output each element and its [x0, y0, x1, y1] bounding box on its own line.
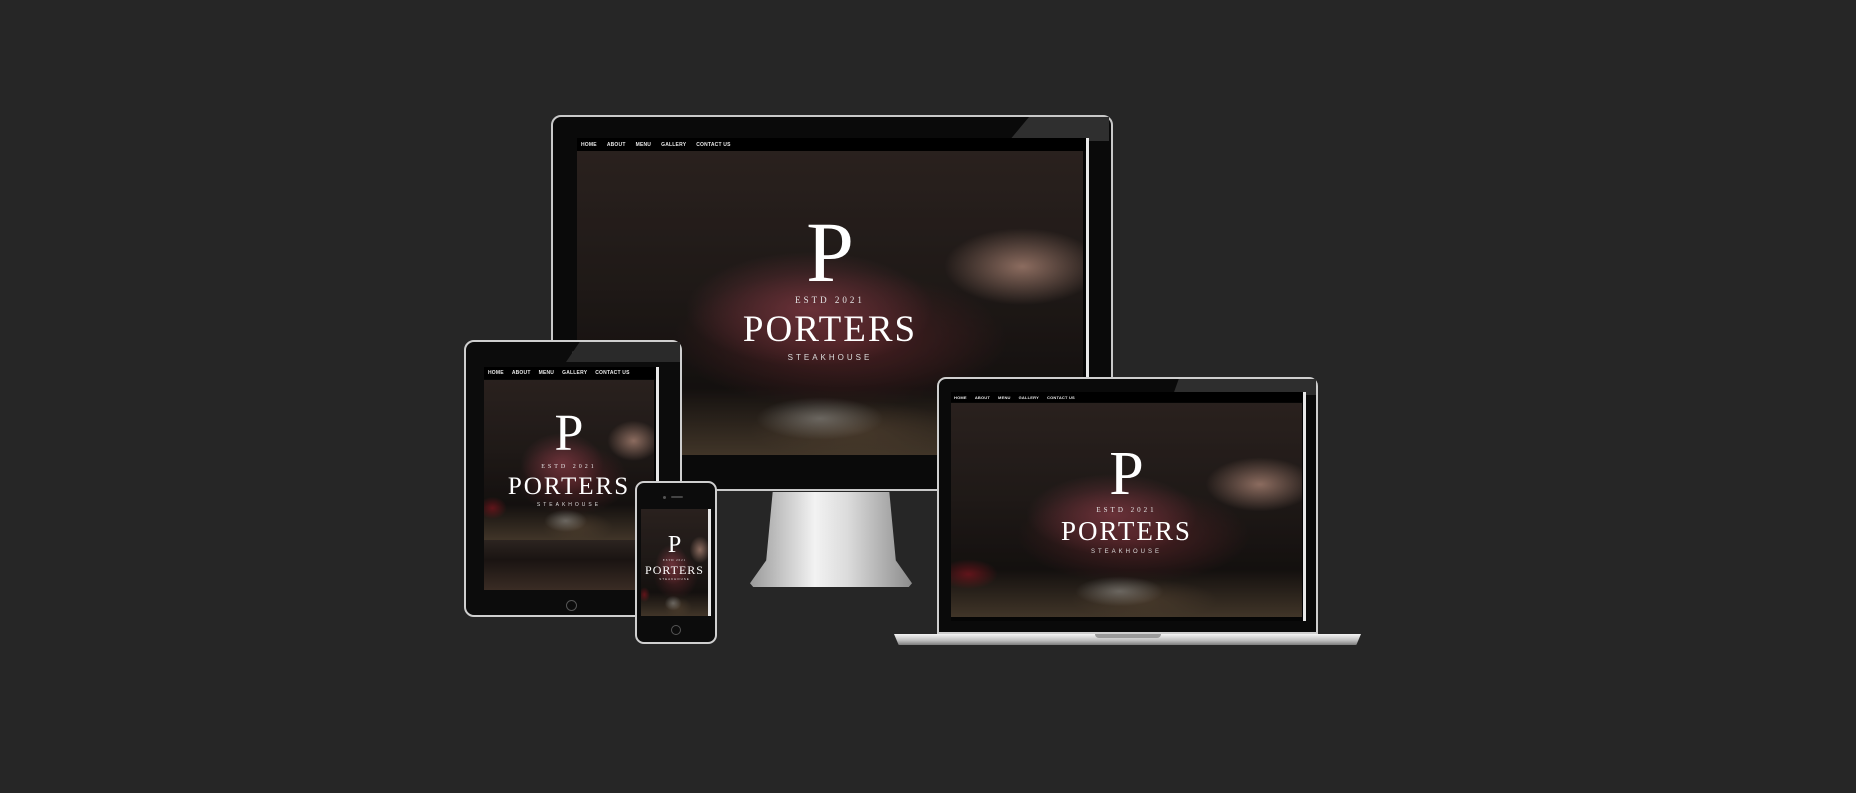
nav-home[interactable]: HOME	[581, 142, 597, 148]
laptop-device: HOME ABOUT MENU GALLERY CONTACT US P EST…	[937, 377, 1318, 634]
brand-established: ESTD 2021	[541, 464, 597, 470]
nav-gallery[interactable]: GALLERY	[1019, 395, 1039, 400]
nav-contact[interactable]: CONTACT US	[696, 142, 730, 148]
laptop-trackpad-notch	[1095, 634, 1161, 638]
monitor-brand: P ESTD 2021 PORTERS STEAKHOUSE	[577, 209, 1083, 362]
brand-monogram: P	[554, 405, 584, 462]
brand-established: ESTD 2021	[795, 295, 865, 305]
speaker-grille	[671, 496, 683, 498]
brand-name: PORTERS	[507, 473, 631, 500]
brand-established: ESTD 2021	[662, 558, 687, 562]
brand-monogram: P	[1109, 440, 1144, 508]
nav-home[interactable]: HOME	[954, 395, 967, 400]
monitor-nav: HOME ABOUT MENU GALLERY CONTACT US	[577, 138, 1089, 151]
brand-tagline: STEAKHOUSE	[536, 502, 602, 508]
brand-name: PORTERS	[742, 309, 918, 350]
brand-name: PORTERS	[645, 563, 704, 577]
tablet-brand: P ESTD 2021 PORTERS STEAKHOUSE	[484, 405, 654, 509]
laptop-nav: HOME ABOUT MENU GALLERY CONTACT US	[951, 392, 1306, 402]
nav-menu[interactable]: MENU	[636, 142, 652, 148]
nav-about[interactable]: ABOUT	[512, 370, 531, 376]
brand-established: ESTD 2021	[1096, 506, 1157, 514]
tablet-lower-section	[484, 540, 654, 590]
nav-contact[interactable]: CONTACT US	[595, 370, 629, 376]
nav-menu[interactable]: MENU	[539, 370, 555, 376]
phone-hero-image: P ESTD 2021 PORTERS STEAKHOUSE	[641, 509, 708, 616]
nav-contact[interactable]: CONTACT US	[1047, 395, 1075, 400]
tablet-nav: HOME ABOUT MENU GALLERY CONTACT US	[484, 367, 659, 379]
brand-tagline: STEAKHOUSE	[1090, 549, 1162, 555]
laptop-hero-image: P ESTD 2021 PORTERS STEAKHOUSE	[951, 403, 1302, 617]
phone-scrollbar[interactable]	[708, 509, 711, 616]
nav-menu[interactable]: MENU	[998, 395, 1011, 400]
brand-monogram: P	[806, 204, 854, 300]
laptop-screen: HOME ABOUT MENU GALLERY CONTACT US P EST…	[951, 392, 1306, 621]
brand-tagline: STEAKHOUSE	[787, 353, 873, 362]
nav-about[interactable]: ABOUT	[607, 142, 626, 148]
brand-name: PORTERS	[1061, 516, 1192, 546]
phone-brand: P ESTD 2021 PORTERS STEAKHOUSE	[641, 533, 708, 581]
laptop-brand: P ESTD 2021 PORTERS STEAKHOUSE	[951, 443, 1302, 555]
nav-gallery[interactable]: GALLERY	[562, 370, 587, 376]
monitor-stand	[750, 492, 912, 587]
home-button-icon[interactable]	[671, 625, 681, 635]
home-button-icon[interactable]	[566, 600, 577, 611]
camera-icon	[663, 496, 666, 499]
nav-home[interactable]: HOME	[488, 370, 504, 376]
tablet-hero-image: P ESTD 2021 PORTERS STEAKHOUSE	[484, 380, 654, 540]
nav-gallery[interactable]: GALLERY	[661, 142, 686, 148]
tablet-screen: HOME ABOUT MENU GALLERY CONTACT US P EST…	[484, 367, 659, 590]
brand-tagline: STEAKHOUSE	[659, 577, 690, 581]
nav-about[interactable]: ABOUT	[975, 395, 990, 400]
brand-monogram: P	[667, 532, 682, 558]
laptop-scrollbar[interactable]	[1303, 392, 1306, 621]
phone-screen: P ESTD 2021 PORTERS STEAKHOUSE	[641, 509, 711, 616]
